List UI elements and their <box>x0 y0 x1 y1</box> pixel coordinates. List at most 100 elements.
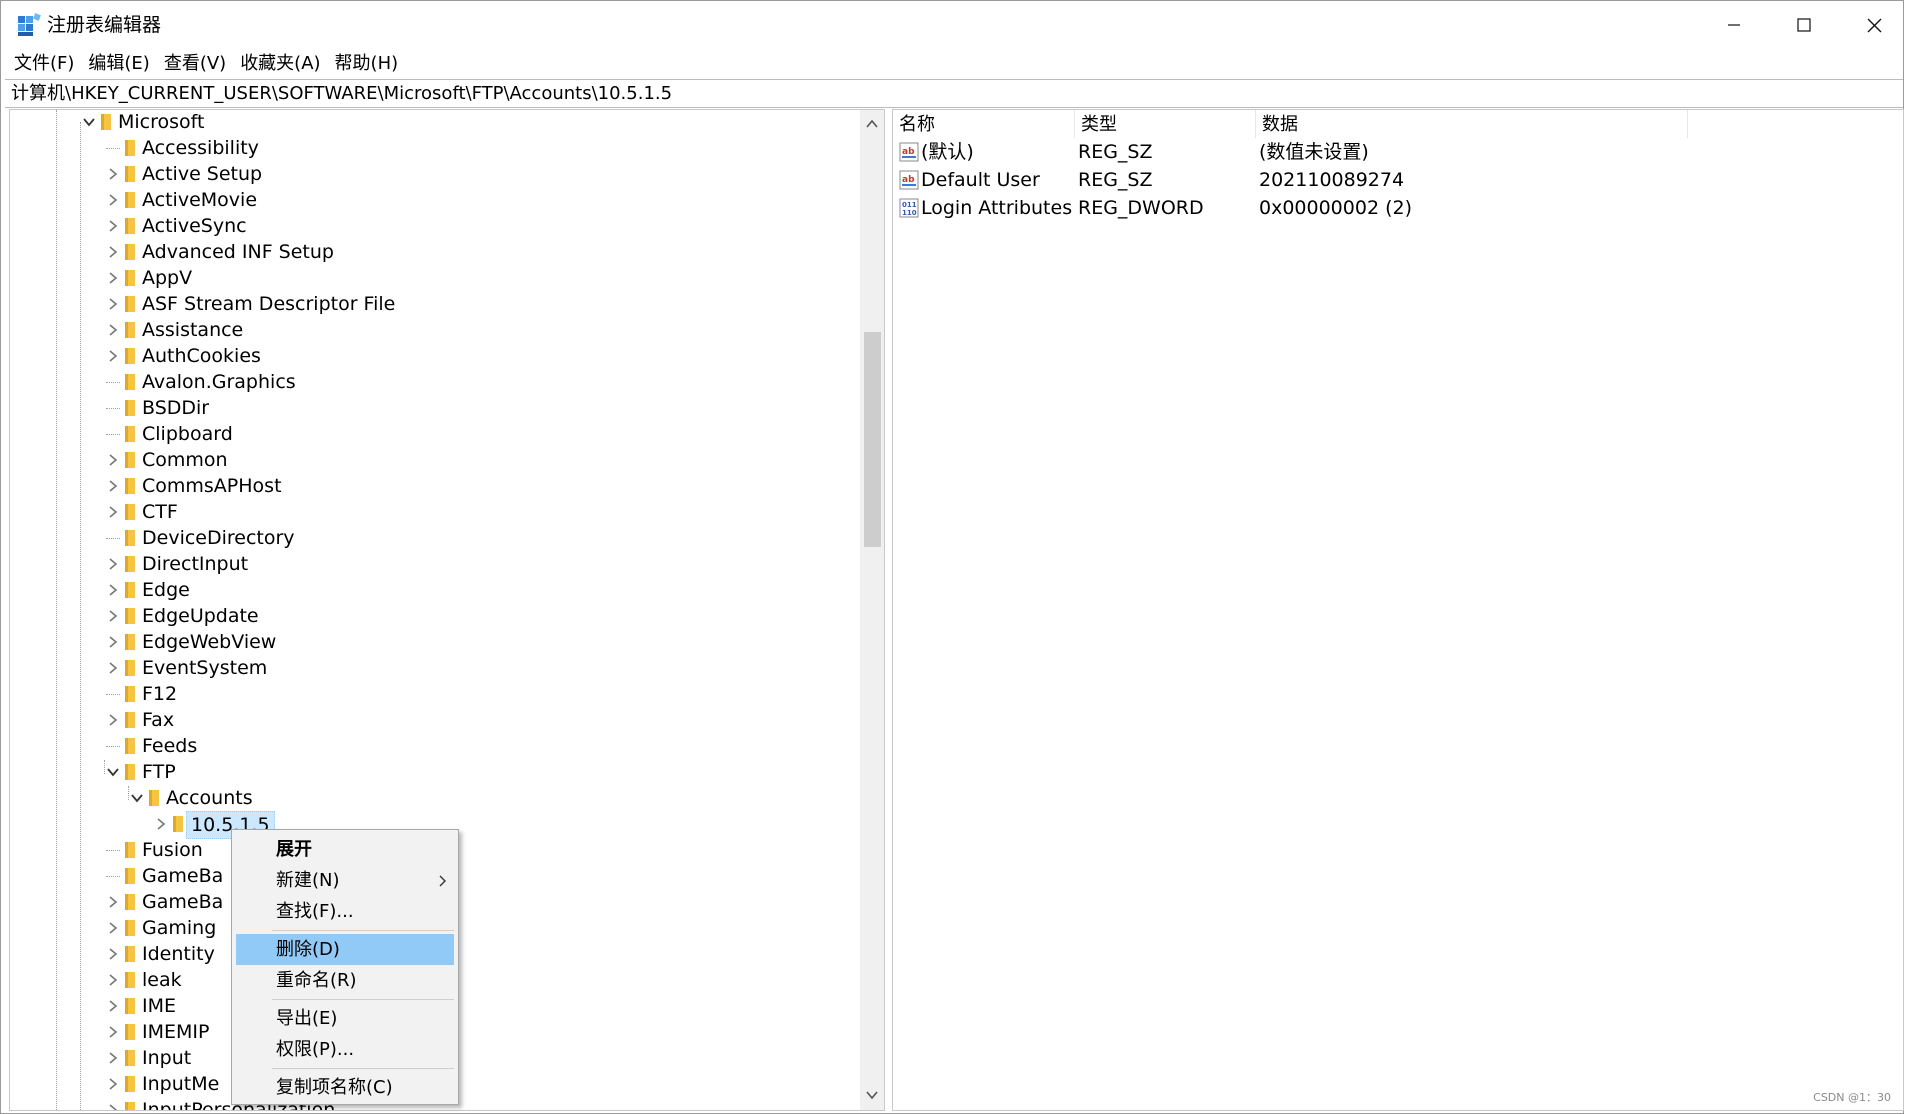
tree-scrollbar[interactable] <box>860 110 884 1110</box>
chevron-right-icon[interactable] <box>105 660 121 676</box>
chevron-right-icon[interactable] <box>105 504 121 520</box>
menu-help[interactable]: 帮助(H) <box>328 49 406 79</box>
tree-node[interactable]: DeviceDirectory <box>138 525 299 551</box>
chevron-right-icon[interactable] <box>105 712 121 728</box>
tree-node[interactable]: leak <box>138 967 186 993</box>
menu-file[interactable]: 文件(F) <box>7 49 81 79</box>
string-value-icon: ab <box>899 142 919 162</box>
scroll-up-icon[interactable] <box>865 117 879 131</box>
menu-favorites[interactable]: 收藏夹(A) <box>233 49 327 79</box>
maximize-button[interactable] <box>1769 1 1839 49</box>
tree-node[interactable]: ActiveSync <box>138 213 251 239</box>
chevron-right-icon[interactable] <box>153 816 169 832</box>
tree-node[interactable]: EdgeWebView <box>138 629 280 655</box>
tree-node[interactable]: GameBa <box>138 889 227 915</box>
chevron-right-icon[interactable] <box>105 1024 121 1040</box>
context-menu-expand-item[interactable]: 展开 <box>236 834 454 865</box>
chevron-right-icon[interactable] <box>105 582 121 598</box>
tree-node[interactable]: IMEMIP <box>138 1019 213 1045</box>
tree-node[interactable]: DirectInput <box>138 551 252 577</box>
context-menu-permissions-item[interactable]: 权限(P)... <box>236 1034 454 1065</box>
chevron-right-icon[interactable] <box>105 894 121 910</box>
tree-node[interactable]: Common <box>138 447 232 473</box>
tree-node[interactable]: Edge <box>138 577 194 603</box>
tree-node[interactable]: F12 <box>138 681 181 707</box>
chevron-right-icon[interactable] <box>105 296 121 312</box>
tree-node[interactable]: CTF <box>138 499 182 525</box>
tree-node[interactable]: EdgeUpdate <box>138 603 263 629</box>
tree-node[interactable]: ASF Stream Descriptor File <box>138 291 399 317</box>
tree-node[interactable]: CommsAPHost <box>138 473 286 499</box>
folder-icon <box>173 816 183 832</box>
tree-node[interactable]: Advanced INF Setup <box>138 239 338 265</box>
menu-view[interactable]: 查看(V) <box>157 49 233 79</box>
close-button[interactable] <box>1839 1 1909 49</box>
value-row[interactable]: 011 110 Login Attributes REG_DWORD 0x0000000… <box>893 194 1903 222</box>
chevron-down-icon[interactable] <box>129 790 145 806</box>
minimize-button[interactable] <box>1699 1 1769 49</box>
menu-edit[interactable]: 编辑(E) <box>81 49 156 79</box>
address-bar[interactable]: 计算机\HKEY_CURRENT_USER\SOFTWARE\Microsoft… <box>5 79 1903 108</box>
tree-node[interactable]: Avalon.Graphics <box>138 369 300 395</box>
chevron-down-icon[interactable] <box>81 114 97 130</box>
context-menu-find-item[interactable]: 查找(F)... <box>236 896 454 927</box>
value-row[interactable]: ab Default User REG_SZ 202110089274 <box>893 166 1903 194</box>
chevron-right-icon[interactable] <box>105 192 121 208</box>
context-menu: 展开 新建(N) 查找(F)... 删除(D) 重命名(R) 导出(E) 权限(P)... 复… <box>231 829 459 1105</box>
tree-node[interactable]: Identity <box>138 941 219 967</box>
column-header-type[interactable]: 类型 <box>1075 110 1256 138</box>
tree-node[interactable]: AppV <box>138 265 196 291</box>
tree-node[interactable]: Assistance <box>138 317 247 343</box>
column-header-name[interactable]: 名称 <box>893 110 1075 138</box>
chevron-right-icon[interactable] <box>105 972 121 988</box>
context-menu-new-item[interactable]: 新建(N) <box>236 865 454 896</box>
context-menu-export-item[interactable]: 导出(E) <box>236 1003 454 1034</box>
tree-node[interactable]: Gaming <box>138 915 220 941</box>
tree-node[interactable]: GameBa <box>138 863 227 889</box>
chevron-right-icon[interactable] <box>105 348 121 364</box>
tree-node[interactable]: Accounts <box>162 785 257 811</box>
chevron-right-icon[interactable] <box>105 1050 121 1066</box>
tree-node[interactable]: InputMe <box>138 1071 223 1097</box>
minimize-icon <box>1728 24 1740 26</box>
chevron-right-icon[interactable] <box>105 608 121 624</box>
context-menu-delete-item[interactable]: 删除(D) <box>236 934 454 965</box>
tree-node[interactable]: Microsoft <box>114 110 208 135</box>
chevron-down-icon[interactable] <box>105 764 121 780</box>
tree-node[interactable]: FTP <box>138 759 180 785</box>
tree-node[interactable]: IME <box>138 993 180 1019</box>
chevron-right-icon[interactable] <box>105 634 121 650</box>
scrollbar-thumb[interactable] <box>864 332 881 547</box>
column-header-data[interactable]: 数据 <box>1256 110 1688 138</box>
chevron-right-icon[interactable] <box>105 218 121 234</box>
chevron-right-icon[interactable] <box>105 452 121 468</box>
context-menu-copy-key-name-item[interactable]: 复制项名称(C) <box>236 1072 454 1103</box>
tree-node-label: Common <box>142 449 228 471</box>
tree-node[interactable]: BSDDir <box>138 395 213 421</box>
scroll-down-icon[interactable] <box>865 1088 879 1102</box>
tree-node[interactable]: Fax <box>138 707 178 733</box>
chevron-right-icon[interactable] <box>105 244 121 260</box>
chevron-right-icon[interactable] <box>105 998 121 1014</box>
chevron-right-icon[interactable] <box>105 1076 121 1092</box>
tree-node[interactable]: Active Setup <box>138 161 266 187</box>
tree-node[interactable]: Input <box>138 1045 195 1071</box>
tree-node[interactable]: Fusion <box>138 837 207 863</box>
chevron-right-icon[interactable] <box>105 920 121 936</box>
tree-node[interactable]: Accessibility <box>138 135 263 161</box>
tree-node[interactable]: Clipboard <box>138 421 237 447</box>
tree-node[interactable]: EventSystem <box>138 655 271 681</box>
folder-icon <box>125 842 135 858</box>
chevron-right-icon[interactable] <box>105 946 121 962</box>
chevron-right-icon[interactable] <box>105 556 121 572</box>
chevron-right-icon[interactable] <box>105 1102 121 1110</box>
chevron-right-icon[interactable] <box>105 270 121 286</box>
tree-node[interactable]: Feeds <box>138 733 201 759</box>
chevron-right-icon[interactable] <box>105 166 121 182</box>
context-menu-rename-item[interactable]: 重命名(R) <box>236 965 454 996</box>
tree-node[interactable]: AuthCookies <box>138 343 265 369</box>
chevron-right-icon[interactable] <box>105 322 121 338</box>
value-row[interactable]: ab (默认) REG_SZ (数值未设置) <box>893 138 1903 166</box>
tree-node[interactable]: ActiveMovie <box>138 187 261 213</box>
chevron-right-icon[interactable] <box>105 478 121 494</box>
